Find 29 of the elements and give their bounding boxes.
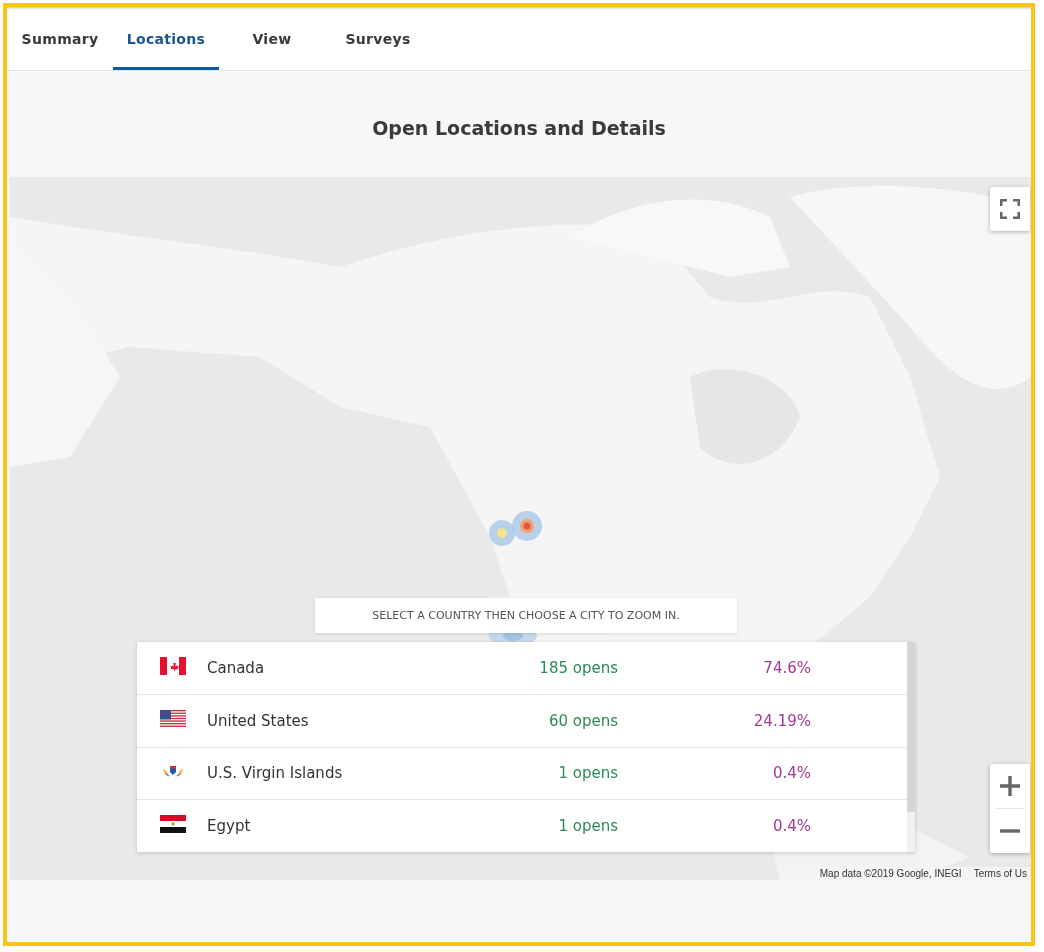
open-percentage: 0.4% xyxy=(771,764,811,783)
fullscreen-button[interactable] xyxy=(990,187,1030,231)
tab[interactable]: Summary xyxy=(7,7,113,70)
opens-count: 60 opens xyxy=(547,711,618,730)
minus-icon xyxy=(1000,829,1020,833)
opens-count: 1 opens xyxy=(557,817,618,836)
heatmap-drawing xyxy=(488,510,544,548)
fullscreen-icon xyxy=(1000,199,1020,219)
tab[interactable]: View xyxy=(219,7,325,70)
flag-icon xyxy=(160,709,186,728)
country-name[interactable]: Canada xyxy=(207,658,507,677)
open-percentage: 0.4% xyxy=(771,817,811,836)
open-percentage: 74.6% xyxy=(762,658,811,677)
opens-count: 185 opens xyxy=(538,658,618,677)
country-name[interactable]: United States xyxy=(207,711,507,730)
opens-count: 1 opens xyxy=(557,764,618,783)
hint-banner: SELECT A COUNTRY THEN CHOOSE A CITY TO ZOOM IN. xyxy=(315,598,737,633)
map-attribution: Map data ©2019 Google, INEGI xyxy=(819,868,962,879)
country-name[interactable]: U.S. Virgin Islands xyxy=(207,764,507,783)
flag-icon xyxy=(160,815,186,834)
tab[interactable]: Locations xyxy=(113,7,219,70)
terms-link[interactable]: Terms of Us xyxy=(973,868,1027,879)
tab[interactable]: Surveys xyxy=(325,7,431,70)
scrollbar[interactable] xyxy=(907,642,915,852)
plus-icon xyxy=(1000,776,1020,796)
flag-icon xyxy=(160,656,186,675)
country-name[interactable]: Egypt xyxy=(207,817,507,836)
open-percentage: 24.19% xyxy=(752,711,811,730)
section-title: Open Locations and Details xyxy=(372,116,666,139)
